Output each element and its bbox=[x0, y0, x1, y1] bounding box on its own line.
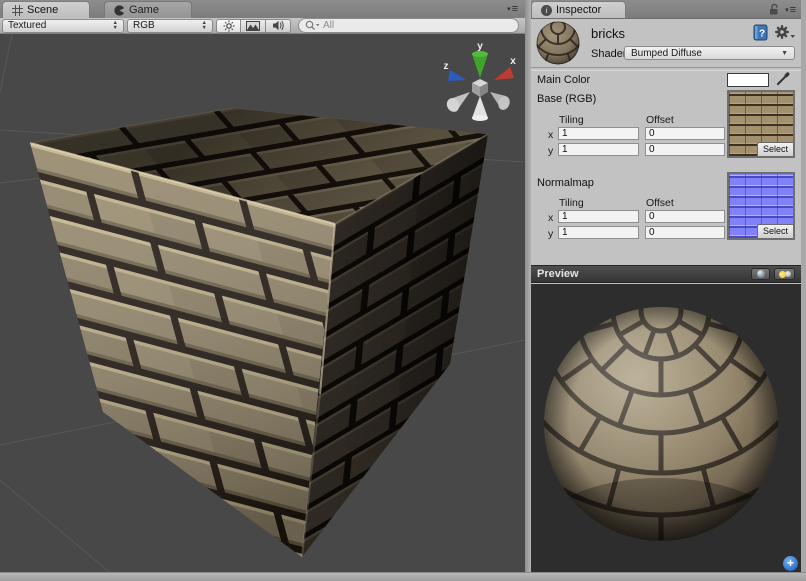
scene-canvas: y x z bbox=[0, 34, 525, 572]
add-button[interactable]: + bbox=[783, 556, 798, 571]
grid-icon bbox=[12, 5, 23, 16]
normalmap-select-button[interactable]: Select bbox=[757, 224, 793, 238]
base-offset-label: Offset bbox=[646, 114, 674, 126]
base-x-label: x bbox=[548, 129, 553, 141]
orientation-gizmo[interactable]: y x z bbox=[444, 41, 517, 121]
channel-value: RGB bbox=[133, 20, 155, 31]
preview-lighting-button[interactable] bbox=[774, 268, 795, 280]
chevron-down-icon: ▼ bbox=[781, 50, 788, 57]
scene-tabbar: Scene Game ▾≡ bbox=[0, 0, 525, 19]
render-mode-dropdown[interactable]: Textured ▲▼ bbox=[2, 19, 124, 33]
inspector-tabbar: i Inspector ▾≡ bbox=[531, 0, 801, 19]
image-icon bbox=[246, 21, 260, 31]
normal-offset-x-input[interactable] bbox=[645, 210, 725, 223]
base-select-button[interactable]: Select bbox=[757, 142, 793, 156]
tab-scene[interactable]: Scene bbox=[2, 1, 90, 18]
sphere-icon bbox=[757, 270, 765, 278]
sphere-small-icon bbox=[785, 271, 791, 277]
unity-editor-window: Scene Game ▾≡ Textured ▲▼ RGB ▲▼ bbox=[0, 0, 806, 581]
channel-dropdown[interactable]: RGB ▲▼ bbox=[127, 19, 213, 33]
normal-tiling-x-input[interactable] bbox=[558, 210, 639, 223]
brick-cube bbox=[30, 108, 488, 557]
normalmap-label: Normalmap bbox=[537, 177, 594, 189]
normal-offset-label: Offset bbox=[646, 197, 674, 209]
tab-inspector[interactable]: i Inspector bbox=[531, 1, 626, 18]
preview-header: Preview bbox=[531, 265, 801, 283]
scene-lighting-toggle[interactable] bbox=[216, 19, 241, 33]
preview-sphere-button[interactable] bbox=[751, 268, 770, 280]
shader-value: Bumped Diffuse bbox=[631, 48, 702, 59]
normal-y-label: y bbox=[548, 228, 553, 240]
window-frame-bottom bbox=[0, 572, 806, 581]
render-mode-value: Textured bbox=[8, 20, 46, 31]
gizmo-y-label[interactable]: y bbox=[477, 41, 483, 52]
lock-icon[interactable] bbox=[768, 3, 780, 16]
divider bbox=[531, 67, 801, 71]
sun-icon bbox=[223, 20, 235, 32]
scene-panel: Scene Game ▾≡ Textured ▲▼ RGB ▲▼ bbox=[0, 0, 525, 572]
normalmap-texture-thumbnail[interactable]: Select bbox=[727, 172, 795, 240]
normal-x-label: x bbox=[548, 212, 553, 224]
updown-arrows-icon: ▲▼ bbox=[109, 21, 118, 30]
base-tiling-label: Tiling bbox=[559, 114, 584, 126]
game-icon bbox=[114, 5, 125, 16]
search-input[interactable] bbox=[320, 20, 512, 31]
speaker-icon bbox=[272, 20, 285, 31]
info-icon: i bbox=[541, 5, 552, 16]
shader-dropdown[interactable]: Bumped Diffuse ▼ bbox=[624, 46, 795, 60]
search-field[interactable] bbox=[298, 18, 519, 33]
gizmo-x-label[interactable]: x bbox=[510, 56, 516, 67]
base-y-label: y bbox=[548, 145, 553, 157]
normal-tiling-y-input[interactable] bbox=[558, 226, 639, 239]
svg-text:?: ? bbox=[759, 29, 765, 40]
material-preview-thumbnail[interactable] bbox=[536, 21, 580, 65]
base-offset-x-input[interactable] bbox=[645, 127, 725, 140]
preview-viewport[interactable]: + bbox=[531, 284, 801, 572]
eyedropper-icon[interactable] bbox=[775, 71, 791, 87]
main-color-swatch[interactable] bbox=[727, 73, 769, 87]
preview-sphere bbox=[531, 284, 801, 572]
tab-game-label: Game bbox=[129, 4, 159, 16]
help-book-icon[interactable]: ? bbox=[753, 24, 769, 41]
inspector-panel: i Inspector ▾≡ bbox=[531, 0, 801, 572]
tab-scene-label: Scene bbox=[27, 4, 58, 16]
window-frame-right bbox=[801, 0, 806, 581]
base-tiling-x-input[interactable] bbox=[558, 127, 639, 140]
scene-fx-toggle[interactable] bbox=[241, 19, 266, 33]
material-name: bricks bbox=[591, 26, 625, 41]
search-icon bbox=[305, 20, 320, 31]
base-rgb-label: Base (RGB) bbox=[537, 93, 596, 105]
scene-toolbar: Textured ▲▼ RGB ▲▼ bbox=[0, 18, 525, 34]
panel-divider[interactable] bbox=[525, 0, 531, 572]
base-offset-y-input[interactable] bbox=[645, 143, 725, 156]
updown-arrows-icon: ▲▼ bbox=[198, 21, 207, 30]
normal-offset-y-input[interactable] bbox=[645, 226, 725, 239]
normal-tiling-label: Tiling bbox=[559, 197, 584, 209]
base-tiling-y-input[interactable] bbox=[558, 143, 639, 156]
scene-viewport[interactable]: y x z bbox=[0, 34, 525, 572]
tab-inspector-label: Inspector bbox=[556, 4, 601, 16]
inspector-menu-icon[interactable]: ▾≡ bbox=[785, 4, 796, 16]
base-texture-thumbnail[interactable]: Select bbox=[727, 90, 795, 158]
scene-panel-menu-icon[interactable]: ▾≡ bbox=[507, 3, 518, 15]
shader-label: Shader bbox=[591, 48, 626, 60]
main-color-label: Main Color bbox=[537, 74, 590, 86]
preview-title: Preview bbox=[537, 268, 579, 280]
gizmo-z-label[interactable]: z bbox=[444, 61, 449, 72]
scene-audio-toggle[interactable] bbox=[266, 19, 291, 33]
gear-menu-icon[interactable] bbox=[774, 24, 796, 41]
tab-game[interactable]: Game bbox=[104, 1, 192, 18]
